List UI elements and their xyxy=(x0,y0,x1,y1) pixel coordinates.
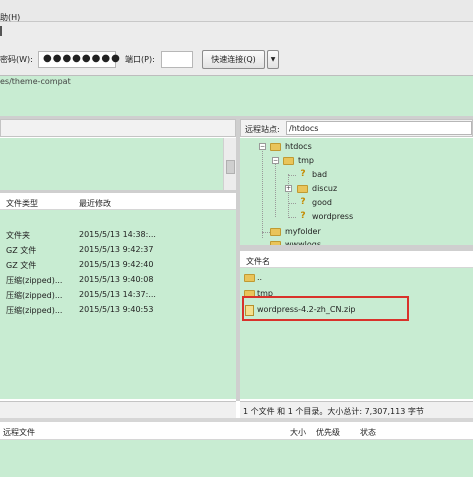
message-log: es/theme-compat xyxy=(0,76,473,118)
remote-site-input[interactable]: /htdocs xyxy=(286,121,472,135)
tree-node-good[interactable]: good xyxy=(312,198,332,207)
password-field[interactable]: ●●●●●●●● xyxy=(38,51,120,68)
tree-line xyxy=(288,175,296,176)
unknown-folder-icon: ? xyxy=(300,169,306,179)
port-field[interactable] xyxy=(161,51,193,68)
local-status-bar xyxy=(0,401,236,418)
highlight-box xyxy=(242,296,409,321)
tree-node-myfolder[interactable]: myfolder xyxy=(285,227,321,236)
quickconnect-dropdown-button[interactable]: ▼ xyxy=(267,50,279,69)
local-tree xyxy=(0,138,236,190)
tree-node-discuz[interactable]: discuz xyxy=(312,184,337,193)
column-status[interactable]: 状态 xyxy=(360,427,376,438)
quickconnect-bar: 密码(W): ●●●●●●●● 端口(P): 快速连接(Q) ▼ xyxy=(0,42,473,76)
folder-icon xyxy=(297,185,308,193)
tree-node-wordpress[interactable]: wordpress xyxy=(312,212,353,221)
list-item[interactable]: 文件夹 2015/5/13 14:38:... xyxy=(0,227,230,242)
list-item[interactable]: GZ 文件 2015/5/13 9:42:40 xyxy=(0,257,230,272)
tree-line xyxy=(288,217,296,218)
folder-open-icon xyxy=(283,157,294,165)
list-item[interactable]: 压缩(zipped)... 2015/5/13 9:40:08 xyxy=(0,272,230,287)
local-site-bar xyxy=(0,119,236,137)
tree-line xyxy=(288,174,289,218)
column-priority[interactable]: 优先级 xyxy=(316,427,340,438)
column-size[interactable]: 大小 xyxy=(290,427,306,438)
folder-icon xyxy=(244,274,255,282)
quickconnect-button[interactable]: 快速连接(Q) xyxy=(202,50,265,69)
remote-tree: − htdocs − tmp ? bad + discuz ? good ? w… xyxy=(240,138,473,249)
remote-status-bar: 1 个文件 和 1 个目录。大小总计: 7,307,113 字节 xyxy=(240,401,473,418)
queue-list xyxy=(0,440,473,477)
tree-line xyxy=(262,146,263,238)
tree-node-htdocs[interactable]: htdocs xyxy=(285,142,312,151)
unknown-folder-icon: ? xyxy=(300,211,306,221)
list-item[interactable]: 压缩(zipped)... 2015/5/13 14:37:... xyxy=(0,287,230,302)
list-item[interactable]: 压缩(zipped)... 2015/5/13 9:40:53 xyxy=(0,302,230,317)
list-item-parent[interactable]: .. xyxy=(240,270,470,285)
port-label: 端口(P): xyxy=(125,55,155,64)
remote-file-list: .. tmp wordpress-4.2-zh_CN.zip xyxy=(240,268,473,399)
tree-line xyxy=(275,160,276,217)
local-tree-scrollbar[interactable] xyxy=(223,138,236,190)
log-line: es/theme-compat xyxy=(0,77,71,86)
remote-list-header: 文件名 xyxy=(240,251,473,268)
column-remote-file[interactable]: 远程文件 xyxy=(3,427,35,438)
collapse-icon[interactable]: − xyxy=(272,157,279,164)
collapse-icon[interactable]: − xyxy=(259,143,266,150)
queue-header: 远程文件 大小 优先级 状态 xyxy=(0,422,473,440)
tree-line xyxy=(262,232,270,233)
remote-status-text: 1 个文件 和 1 个目录。大小总计: 7,307,113 字节 xyxy=(243,407,424,416)
scroll-thumb[interactable] xyxy=(226,160,235,174)
unknown-folder-icon: ? xyxy=(300,197,306,207)
list-item[interactable]: GZ 文件 2015/5/13 9:42:37 xyxy=(0,242,230,257)
local-file-list: 文件夹 2015/5/13 14:38:... GZ 文件 2015/5/13 … xyxy=(0,210,236,399)
remote-site-label: 远程站点: xyxy=(245,125,280,134)
folder-open-icon xyxy=(270,143,281,151)
tree-node-bad[interactable]: bad xyxy=(312,170,327,179)
tree-node-tmp[interactable]: tmp xyxy=(298,156,314,165)
remote-site-value: /htdocs xyxy=(289,124,319,133)
column-file-type[interactable]: 文件类型 xyxy=(6,198,38,209)
tree-line xyxy=(288,203,296,204)
toolbar xyxy=(0,22,473,42)
local-list-header: 文件类型 最近修改 xyxy=(0,193,236,210)
menu-bar: 助(H) xyxy=(0,0,473,22)
folder-icon xyxy=(270,228,281,236)
column-filename[interactable]: 文件名 xyxy=(246,256,270,267)
password-label: 密码(W): xyxy=(0,55,33,64)
remote-site-bar: 远程站点: /htdocs xyxy=(240,119,473,137)
toolbar-icon[interactable] xyxy=(0,26,8,36)
expand-icon[interactable]: + xyxy=(285,185,292,192)
column-last-modified[interactable]: 最近修改 xyxy=(79,198,111,209)
